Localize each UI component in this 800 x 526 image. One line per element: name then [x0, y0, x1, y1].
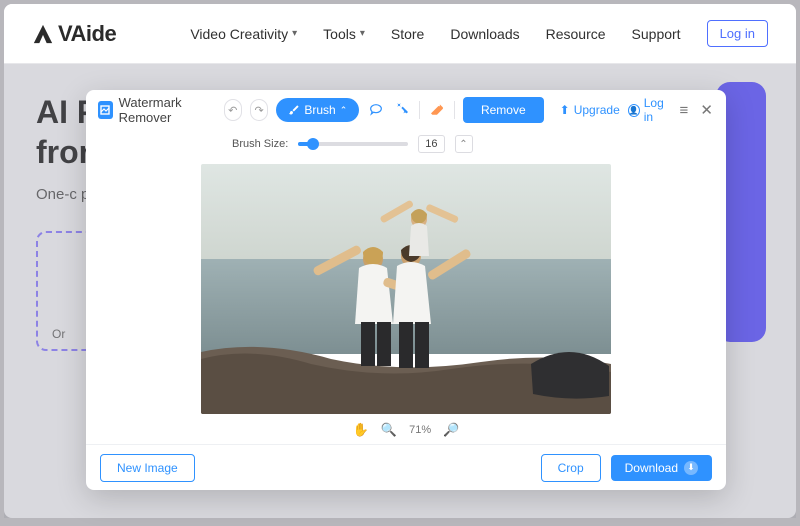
upgrade-link[interactable]: ⬆Upgrade	[560, 103, 620, 117]
menu-button[interactable]: ≡	[676, 101, 691, 119]
brand-logo[interactable]: VAide	[32, 21, 116, 47]
brand-name: VAide	[58, 21, 116, 47]
modal-login-button[interactable]: 👤Log in	[628, 96, 669, 124]
lasso-icon	[368, 102, 384, 118]
watermark-remover-modal: Watermark Remover ↶ ↷ Brush ⌃ Remove ⬆Up…	[86, 90, 726, 490]
crop-button[interactable]: Crop	[541, 454, 601, 482]
brush-size-value: 16	[418, 135, 444, 153]
brush-size-stepper[interactable]: ⌃	[455, 135, 473, 153]
close-icon: ✕	[700, 101, 713, 119]
working-image[interactable]	[201, 164, 611, 414]
redo-button[interactable]: ↷	[250, 99, 268, 121]
redo-icon: ↷	[255, 104, 264, 117]
chevron-up-icon: ⌃	[459, 139, 467, 150]
eraser-icon	[429, 102, 445, 118]
zoom-in-button[interactable]: 🔎	[443, 422, 459, 438]
app-icon	[98, 101, 113, 119]
canvas-area	[86, 158, 726, 416]
undo-button[interactable]: ↶	[224, 99, 242, 121]
logo-icon	[32, 23, 54, 45]
chevron-down-icon: ▾	[360, 28, 365, 39]
brush-size-label: Brush Size:	[232, 138, 288, 150]
upgrade-icon: ⬆	[560, 103, 570, 117]
nav-support[interactable]: Support	[632, 26, 681, 42]
photo-content	[201, 164, 611, 414]
modal-toolbar: Watermark Remover ↶ ↷ Brush ⌃ Remove ⬆Up…	[86, 90, 726, 130]
new-image-button[interactable]: New Image	[100, 454, 195, 482]
brush-tool-button[interactable]: Brush ⌃	[276, 98, 359, 122]
lasso-tool-button[interactable]	[367, 99, 385, 121]
modal-footer: New Image Crop Download ⬇	[86, 444, 726, 490]
nav-tools[interactable]: Tools▾	[323, 26, 365, 42]
brush-size-row: Brush Size: 16 ⌃	[86, 130, 726, 158]
chevron-down-icon: ▾	[292, 28, 297, 39]
nav-resource[interactable]: Resource	[546, 26, 606, 42]
chevron-up-icon: ⌃	[340, 105, 348, 116]
nav-store[interactable]: Store	[391, 26, 424, 42]
login-button[interactable]: Log in	[707, 20, 768, 47]
magic-wand-button[interactable]	[393, 99, 411, 121]
nav-video-creativity[interactable]: Video Creativity▾	[190, 26, 297, 42]
close-button[interactable]: ✕	[699, 101, 714, 119]
nav-downloads[interactable]: Downloads	[450, 26, 519, 42]
eraser-tool-button[interactable]	[428, 99, 446, 121]
pan-hand-button[interactable]: ✋	[353, 422, 369, 438]
remove-button[interactable]: Remove	[463, 97, 544, 123]
download-icon: ⬇	[684, 461, 698, 475]
user-icon: 👤	[628, 104, 640, 117]
brush-icon	[288, 104, 300, 116]
wand-icon	[394, 102, 410, 118]
zoom-out-button[interactable]: 🔍	[381, 422, 397, 438]
undo-icon: ↶	[228, 104, 237, 117]
zoom-controls: ✋ 🔍 71% 🔎	[86, 416, 726, 444]
main-nav: Video Creativity▾ Tools▾ Store Downloads…	[190, 20, 768, 47]
zoom-level: 71%	[409, 424, 431, 436]
modal-title: Watermark Remover	[98, 95, 216, 125]
top-navbar: VAide Video Creativity▾ Tools▾ Store Dow…	[4, 4, 796, 64]
menu-icon: ≡	[679, 102, 688, 119]
brush-size-slider[interactable]	[298, 142, 408, 146]
download-button[interactable]: Download ⬇	[611, 455, 712, 481]
